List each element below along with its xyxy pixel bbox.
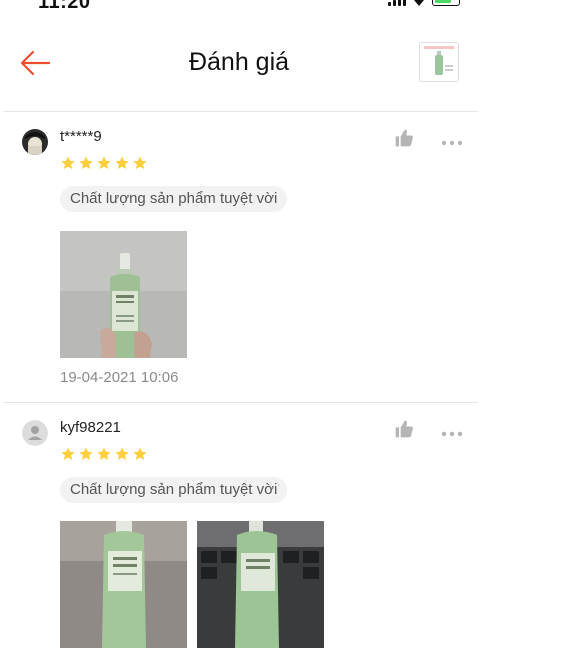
more-horizontal-icon[interactable] bbox=[441, 425, 463, 437]
star-icon bbox=[97, 447, 111, 460]
rating-stars bbox=[60, 446, 148, 462]
page-title: Đánh giá bbox=[188, 48, 290, 76]
header: Đánh giá bbox=[0, 30, 478, 96]
star-icon bbox=[79, 156, 93, 169]
status-icons bbox=[388, 0, 460, 9]
review-date: 19-04-2021 10:06 bbox=[60, 369, 179, 386]
rating-stars bbox=[60, 155, 148, 171]
star-icon bbox=[133, 447, 147, 460]
avatar[interactable] bbox=[22, 420, 48, 446]
review-item: kyf98221 Chất lượng sản phẩm tuyệt vời bbox=[0, 403, 478, 648]
wifi-icon bbox=[414, 0, 424, 6]
thumbs-up-icon[interactable] bbox=[394, 128, 414, 148]
review-item: t*****9 Chất lượng sản phẩm tuyệt vời 19… bbox=[0, 112, 478, 402]
review-photo-image bbox=[60, 521, 187, 648]
product-image bbox=[420, 43, 458, 81]
star-icon bbox=[133, 156, 147, 169]
review-tag: Chất lượng sản phẩm tuyệt vời bbox=[60, 477, 288, 503]
user-avatar-image bbox=[22, 129, 48, 155]
avatar[interactable] bbox=[22, 129, 48, 155]
review-photo[interactable] bbox=[60, 521, 187, 648]
product-thumbnail[interactable] bbox=[419, 42, 459, 82]
star-icon bbox=[79, 447, 93, 460]
status-time: 11:20 bbox=[38, 0, 91, 13]
battery-icon bbox=[432, 0, 460, 6]
review-photo-image bbox=[197, 521, 324, 648]
review-photo[interactable] bbox=[197, 521, 324, 648]
review-photo-image bbox=[60, 231, 187, 358]
star-icon bbox=[115, 156, 129, 169]
star-icon bbox=[61, 447, 75, 460]
star-icon bbox=[115, 447, 129, 460]
status-bar: 11:20 bbox=[0, 0, 578, 14]
review-photo[interactable] bbox=[60, 231, 187, 358]
star-icon bbox=[97, 156, 111, 169]
star-icon bbox=[61, 156, 75, 169]
reviewer-username: t*****9 bbox=[60, 128, 102, 145]
thumbs-up-icon[interactable] bbox=[394, 419, 414, 439]
cellular-signal-icon bbox=[388, 0, 406, 6]
reviewer-username: kyf98221 bbox=[60, 419, 121, 436]
review-tag: Chất lượng sản phẩm tuyệt vời bbox=[60, 186, 288, 212]
more-horizontal-icon[interactable] bbox=[441, 134, 463, 146]
user-icon bbox=[22, 420, 48, 446]
